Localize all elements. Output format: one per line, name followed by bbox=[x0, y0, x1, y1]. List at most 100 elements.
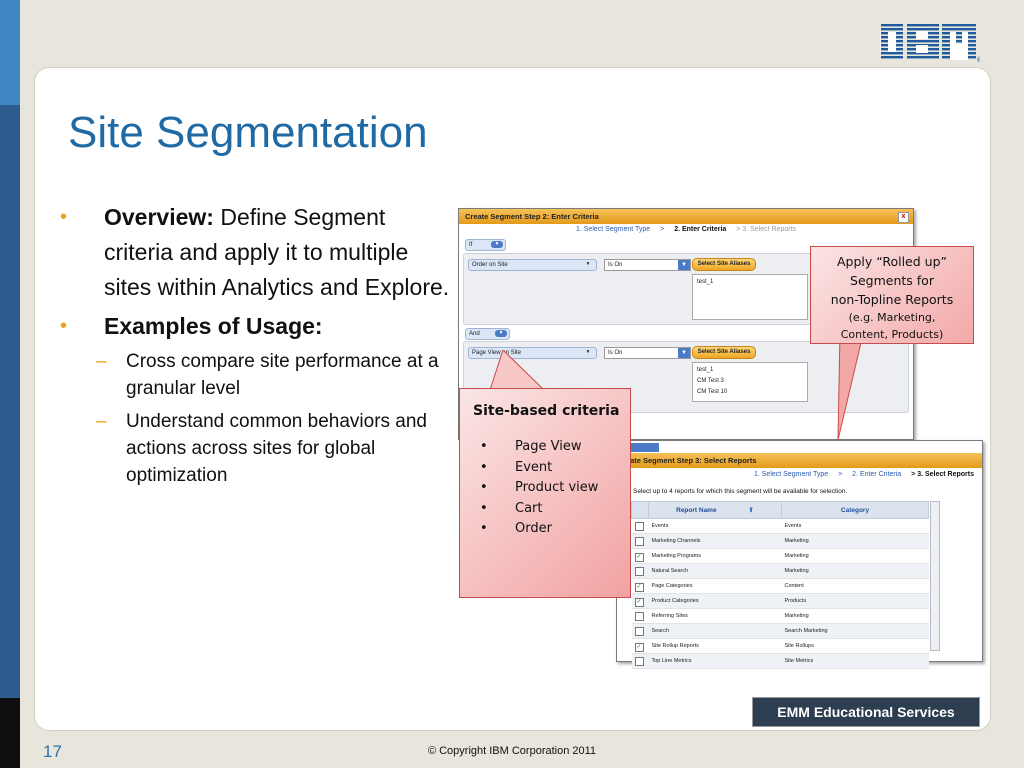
side-strip-bottom bbox=[0, 698, 20, 768]
criteria-select-1[interactable]: Order on Site ▼ bbox=[468, 259, 597, 271]
row-checkbox-cell bbox=[631, 653, 649, 669]
table-row[interactable]: Search Search Marketing bbox=[631, 623, 929, 639]
callout-pointer-top bbox=[837, 330, 865, 441]
checkbox[interactable] bbox=[634, 611, 644, 621]
operator-value: Is On bbox=[608, 350, 623, 356]
table-row[interactable]: ✓ Marketing Programs Marketing bbox=[631, 548, 929, 564]
table-row[interactable]: Top Line Metrics Site Metrics bbox=[631, 653, 929, 669]
table-scrollbar[interactable] bbox=[930, 501, 940, 651]
registered-mark: ® bbox=[976, 56, 980, 64]
and-label: And bbox=[469, 331, 480, 337]
category-cell: Content bbox=[781, 578, 929, 594]
select-column bbox=[631, 501, 649, 519]
step-link-1[interactable]: 1. Select Segment Type bbox=[576, 226, 650, 233]
column-label: Report Name bbox=[676, 507, 717, 514]
report-name-cell: Natural Search bbox=[648, 563, 782, 579]
table-row[interactable]: Events Events bbox=[631, 518, 929, 534]
criteria-item-label: Cart bbox=[515, 500, 543, 516]
subbullet-text: Understand common behaviors and actions … bbox=[126, 411, 428, 486]
column-category[interactable]: Category bbox=[781, 501, 929, 519]
if-label: If bbox=[469, 242, 473, 248]
step-current: 2. Enter Criteria bbox=[674, 226, 727, 233]
operator-value: Is On bbox=[608, 262, 623, 268]
criteria-item: • Cart bbox=[470, 499, 620, 520]
if-dropdown[interactable]: If ▼ bbox=[465, 239, 506, 251]
site-alias-item: test_1 bbox=[697, 279, 714, 285]
select-site-aliases-button[interactable]: Select Site Aliases bbox=[692, 346, 756, 359]
rollup-callout: Apply “Rolled up” Segments for non-Topli… bbox=[810, 246, 974, 344]
checkbox-checked[interactable]: ✓ bbox=[634, 582, 644, 592]
table-row[interactable]: Referring Sites Marketing bbox=[631, 608, 929, 624]
site-alias-item: CM Test 3 bbox=[697, 378, 724, 384]
checkbox[interactable] bbox=[634, 626, 644, 636]
criteria-item-label: Product view bbox=[515, 480, 599, 495]
and-dropdown[interactable]: And ▼ bbox=[465, 328, 510, 340]
category-cell: Marketing bbox=[781, 533, 929, 549]
criteria-item: • Event bbox=[470, 458, 620, 479]
bullet-list: • Overview: Define Segment criteria and … bbox=[56, 200, 456, 495]
checkbox-checked[interactable]: ✓ bbox=[634, 642, 644, 652]
row-checkbox-cell bbox=[631, 533, 649, 549]
bullet-overview: • Overview: Define Segment criteria and … bbox=[56, 200, 456, 305]
bullet-dot-icon: • bbox=[60, 315, 68, 337]
dialog-header: Create Segment Step 2: Enter Criteria x bbox=[459, 209, 913, 224]
table-row[interactable]: Marketing Channels Marketing bbox=[631, 533, 929, 549]
step-sep: > bbox=[838, 471, 843, 478]
category-cell: Site Rollups bbox=[781, 638, 929, 654]
report-name-cell: Site Rollup Reports bbox=[648, 638, 782, 654]
checkbox[interactable] bbox=[634, 536, 644, 546]
category-cell: Marketing bbox=[781, 608, 929, 624]
dash-icon: – bbox=[96, 351, 107, 372]
dialog-title: Create Segment Step 2: Enter Criteria bbox=[465, 212, 599, 221]
checkbox[interactable] bbox=[634, 566, 644, 576]
row-checkbox-cell: ✓ bbox=[631, 548, 649, 564]
step-link-1[interactable]: 1. Select Segment Type bbox=[754, 471, 828, 478]
step-breadcrumb: 1. Select Segment Type > 2. Enter Criter… bbox=[618, 469, 978, 481]
site-alias-list-2[interactable]: test_1 CM Test 3 CM Test 10 bbox=[692, 362, 808, 402]
step-sep: > bbox=[660, 226, 665, 233]
chevron-down-icon: ▼ bbox=[495, 330, 507, 337]
close-icon[interactable]: x bbox=[898, 212, 909, 223]
criteria-item-label: Event bbox=[515, 459, 553, 475]
ibm-logo: ® bbox=[880, 24, 980, 64]
report-name-cell: Page Categories bbox=[648, 578, 782, 594]
criteria-value: Order on Site bbox=[472, 262, 508, 268]
step-current: > 3. Select Reports bbox=[911, 471, 974, 478]
checkbox-checked[interactable]: ✓ bbox=[634, 597, 644, 607]
callout-small-line: (e.g. Marketing, bbox=[848, 311, 936, 324]
table-row[interactable]: ✓ Site Rollup Reports Site Rollups bbox=[631, 638, 929, 654]
dash-icon: – bbox=[96, 411, 107, 432]
slide-title: Site Segmentation bbox=[68, 108, 428, 157]
report-name-cell: Marketing Programs bbox=[648, 548, 782, 564]
site-alias-item: test_1 bbox=[697, 367, 714, 373]
operator-select-1[interactable]: Is On ▼ bbox=[604, 259, 691, 271]
step-link-2[interactable]: 2. Enter Criteria bbox=[852, 471, 901, 478]
chevron-down-icon: ▼ bbox=[491, 241, 503, 248]
category-cell: Search Marketing bbox=[781, 623, 929, 639]
criteria-callout: Site-based criteria • Page View • Event • Pro… bbox=[459, 388, 631, 598]
table-row[interactable]: ✓ Product Categories Products bbox=[631, 593, 929, 609]
bullet-examples: • Examples of Usage: bbox=[56, 309, 456, 344]
operator-select-2[interactable]: Is On ▼ bbox=[604, 347, 691, 359]
bullet-bold: Overview: bbox=[104, 204, 214, 230]
row-checkbox-cell bbox=[631, 608, 649, 624]
site-alias-list-1[interactable]: test_1 bbox=[692, 274, 808, 320]
column-report-name[interactable]: Report Name ⬆ bbox=[648, 501, 782, 519]
category-cell: Marketing bbox=[781, 563, 929, 579]
bullet-text: Examples of Usage: bbox=[104, 309, 323, 344]
checkbox-checked[interactable]: ✓ bbox=[634, 552, 644, 562]
sort-up-icon[interactable]: ⬆ bbox=[748, 507, 753, 514]
site-alias-item: CM Test 10 bbox=[697, 389, 728, 395]
bullet-dot-icon: • bbox=[480, 480, 488, 495]
select-site-aliases-button[interactable]: Select Site Aliases bbox=[692, 258, 756, 271]
dialog-title: reate Segment Step 3: Select Reports bbox=[623, 456, 757, 465]
callout-line: non-Topline Reports bbox=[830, 292, 954, 307]
row-checkbox-cell: ✓ bbox=[631, 578, 649, 594]
row-checkbox-cell bbox=[631, 623, 649, 639]
criteria-item: • Order bbox=[470, 519, 620, 540]
checkbox[interactable] bbox=[634, 656, 644, 666]
checkbox[interactable] bbox=[634, 521, 644, 531]
table-row[interactable]: Natural Search Marketing bbox=[631, 563, 929, 579]
table-row[interactable]: ✓ Page Categories Content bbox=[631, 578, 929, 594]
callout-pointer-criteria bbox=[490, 350, 546, 391]
